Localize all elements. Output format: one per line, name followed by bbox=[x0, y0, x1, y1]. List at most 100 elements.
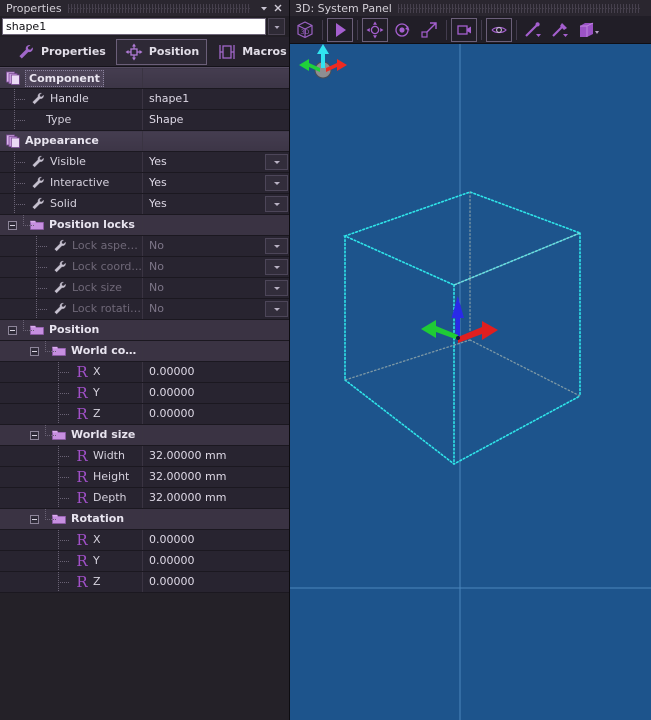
property-folder-row[interactable]: Position locks bbox=[0, 214, 289, 236]
property-row[interactable]: Lock aspec... No bbox=[0, 235, 289, 257]
property-value-cell[interactable]: Shape bbox=[142, 109, 289, 131]
tab-properties[interactable]: Properties bbox=[8, 39, 114, 65]
property-value-cell[interactable]: Yes bbox=[142, 172, 289, 194]
property-label: Component bbox=[25, 69, 104, 87]
property-grid-empty-area bbox=[0, 593, 289, 720]
property-dropdown-chevron-down-icon[interactable] bbox=[265, 154, 288, 170]
property-name-cell: RZ bbox=[0, 403, 142, 425]
property-value-cell[interactable]: 0.00000 bbox=[142, 550, 289, 572]
property-dropdown-chevron-down-icon[interactable] bbox=[265, 259, 288, 275]
toolbar-separator bbox=[446, 19, 447, 40]
shape-icon[interactable] bbox=[575, 18, 601, 42]
property-group-header[interactable]: Component bbox=[0, 67, 289, 89]
property-row[interactable]: R Y 0.00000 bbox=[0, 550, 289, 572]
property-dropdown-chevron-down-icon[interactable] bbox=[265, 238, 288, 254]
property-row[interactable]: R Z 0.00000 bbox=[0, 571, 289, 593]
property-row[interactable]: R X 0.00000 bbox=[0, 361, 289, 383]
tab-position[interactable]: Position bbox=[115, 38, 208, 65]
property-row[interactable]: R Depth 32.00000 mm bbox=[0, 487, 289, 509]
panel-close-icon[interactable] bbox=[271, 1, 285, 15]
property-value-cell[interactable]: 32.00000 mm bbox=[142, 466, 289, 488]
folder-collapse-toggle[interactable] bbox=[30, 514, 39, 524]
property-value-cell[interactable]: No bbox=[142, 277, 289, 299]
property-row[interactable]: Lock coord... No bbox=[0, 256, 289, 278]
property-name-cell: Lock coord... bbox=[0, 256, 142, 278]
property-table: Component Handle shape1 Type Shape Appearance… bbox=[0, 67, 289, 593]
folder-collapse-toggle[interactable] bbox=[8, 325, 17, 335]
scale-icon[interactable] bbox=[416, 18, 442, 42]
property-row[interactable]: R Y 0.00000 bbox=[0, 382, 289, 404]
property-row[interactable]: Visible Yes bbox=[0, 151, 289, 173]
property-name-cell: Component bbox=[0, 67, 142, 89]
property-value-cell[interactable]: No bbox=[142, 235, 289, 257]
property-value-cell[interactable]: Yes bbox=[142, 193, 289, 215]
camera-icon[interactable] bbox=[451, 17, 477, 42]
eye-icon[interactable] bbox=[486, 17, 512, 42]
property-row[interactable]: R Z 0.00000 bbox=[0, 403, 289, 425]
property-folder-row[interactable]: World coordinates bbox=[0, 340, 289, 362]
property-folder-row[interactable]: World size bbox=[0, 424, 289, 446]
handle-dropdown-chevron-down-icon[interactable] bbox=[268, 18, 285, 35]
property-row[interactable]: Type Shape bbox=[0, 109, 289, 131]
property-dropdown-chevron-down-icon[interactable] bbox=[265, 175, 288, 191]
property-dropdown-chevron-down-icon[interactable] bbox=[265, 301, 288, 317]
tab-macros[interactable]: Macros bbox=[209, 39, 294, 65]
property-value-cell[interactable]: 32.00000 mm bbox=[142, 445, 289, 467]
rotate-icon[interactable] bbox=[389, 18, 415, 42]
property-row[interactable]: Solid Yes bbox=[0, 193, 289, 215]
properties-panel-title: Properties bbox=[6, 1, 62, 15]
property-value-cell[interactable]: 32.00000 mm bbox=[142, 487, 289, 509]
property-row[interactable]: R Height 32.00000 mm bbox=[0, 466, 289, 488]
property-value-cell bbox=[142, 214, 289, 236]
paint-icon[interactable] bbox=[548, 18, 574, 42]
property-name-cell: RY bbox=[0, 550, 142, 572]
select-arrow-icon[interactable] bbox=[327, 17, 353, 42]
property-value-cell[interactable]: Yes bbox=[142, 151, 289, 173]
property-value-cell[interactable]: No bbox=[142, 298, 289, 320]
property-value-cell[interactable]: 0.00000 bbox=[142, 571, 289, 593]
folder-collapse-toggle[interactable] bbox=[8, 220, 17, 230]
real-number-icon: R bbox=[76, 363, 88, 381]
property-name-cell: RX bbox=[0, 361, 142, 383]
panel-menu-caret-icon[interactable] bbox=[257, 1, 271, 15]
measure-icon[interactable] bbox=[521, 18, 547, 42]
property-value-cell[interactable]: 0.00000 bbox=[142, 529, 289, 551]
translate-icon[interactable] bbox=[362, 17, 388, 42]
property-row[interactable]: Lock size No bbox=[0, 277, 289, 299]
object-axis-gizmo bbox=[421, 296, 498, 343]
property-value-cell bbox=[142, 424, 289, 446]
viewport-panel-title: 3D: System Panel bbox=[295, 1, 392, 15]
folder-collapse-toggle[interactable] bbox=[30, 430, 39, 440]
handle-input[interactable] bbox=[2, 18, 266, 35]
property-value-cell bbox=[142, 508, 289, 530]
property-dropdown-chevron-down-icon[interactable] bbox=[265, 280, 288, 296]
property-value-cell[interactable]: 0.00000 bbox=[142, 403, 289, 425]
property-dropdown-chevron-down-icon[interactable] bbox=[265, 196, 288, 212]
property-grid[interactable]: Component Handle shape1 Type Shape Appearance… bbox=[0, 67, 289, 720]
property-row[interactable]: R Width 32.00000 mm bbox=[0, 445, 289, 467]
property-label: Type bbox=[46, 113, 72, 126]
property-folder-row[interactable]: Position bbox=[0, 319, 289, 341]
property-value-cell bbox=[142, 340, 289, 362]
property-row[interactable]: Interactive Yes bbox=[0, 172, 289, 194]
property-label: Interactive bbox=[50, 176, 110, 189]
properties-panel: Properties shape1 Properties Position Ma… bbox=[0, 0, 290, 720]
property-value-cell[interactable]: 0.00000 bbox=[142, 382, 289, 404]
property-name-cell: Solid bbox=[0, 193, 142, 215]
property-value-cell[interactable]: No bbox=[142, 256, 289, 278]
property-row[interactable]: Lock rotation No bbox=[0, 298, 289, 320]
3d-viewport[interactable] bbox=[290, 44, 651, 720]
wrench-icon bbox=[30, 196, 46, 212]
property-value-cell[interactable]: 0.00000 bbox=[142, 361, 289, 383]
viewport-panel-titlebar: 3D: System Panel bbox=[290, 0, 651, 16]
property-folder-row[interactable]: Rotation bbox=[0, 508, 289, 530]
property-value-cell[interactable]: shape1 bbox=[142, 88, 289, 110]
macro-icon bbox=[217, 42, 237, 62]
property-row[interactable]: R X 0.00000 bbox=[0, 529, 289, 551]
property-name-cell: World size bbox=[0, 424, 142, 446]
view-cube-icon[interactable]: 3D bbox=[292, 18, 318, 42]
property-row[interactable]: Handle shape1 bbox=[0, 88, 289, 110]
property-group-header[interactable]: Appearance bbox=[0, 130, 289, 152]
property-value: 0.00000 bbox=[149, 407, 195, 420]
folder-collapse-toggle[interactable] bbox=[30, 346, 39, 356]
